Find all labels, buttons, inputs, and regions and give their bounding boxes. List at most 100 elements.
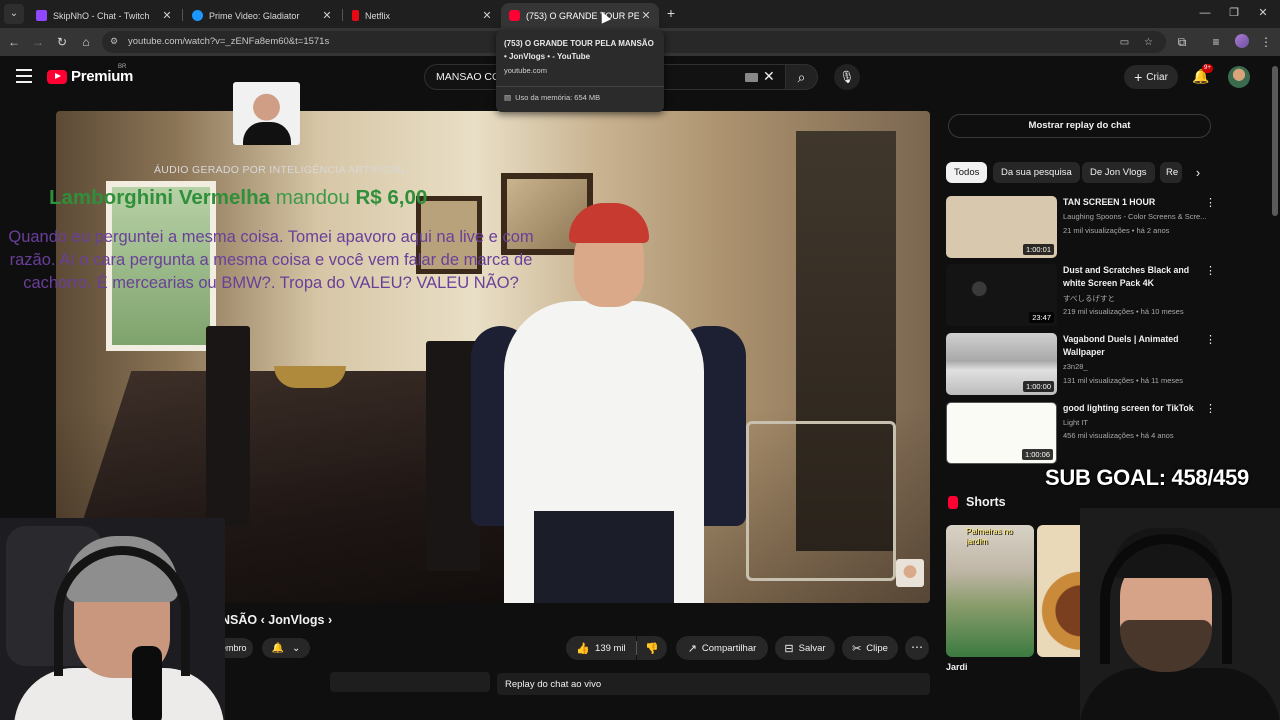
save-button[interactable]: ⊟ Salvar	[775, 636, 835, 660]
video-thumbnail[interactable]: 1:00:06	[946, 402, 1057, 464]
chat-replay-bar[interactable]: Replay do chat ao vivo	[497, 673, 930, 695]
browser-tab-prime[interactable]: Prime Video: Gladiator ✕	[184, 3, 340, 28]
cast-icon[interactable]: ▭	[1118, 36, 1131, 49]
url-text[interactable]: youtube.com/watch?v=_zENFa8em60&t=1571s	[128, 36, 329, 47]
recommendation-item[interactable]: 1:00:01 TAN SCREEN 1 HOUR Laughing Spoon…	[946, 196, 1216, 260]
chip-de-jon-vlogs[interactable]: De Jon Vlogs	[1082, 162, 1155, 183]
home-icon[interactable]: ⌂	[78, 34, 94, 50]
account-avatar[interactable]	[1228, 66, 1250, 88]
close-icon[interactable]: ✕	[160, 9, 174, 22]
kebab-menu-icon[interactable]: ⋮	[1258, 34, 1274, 50]
tab-hover-card: (753) O GRANDE TOUR PELA MANSÃO • JonVlo…	[496, 30, 664, 112]
recommendation-item[interactable]: 1:00:00 Vagabond Duels | Animated Wallpa…	[946, 333, 1216, 397]
donation-amount: R$ 6,00	[355, 186, 428, 209]
show-chat-replay-button[interactable]: Mostrar replay do chat	[948, 114, 1211, 138]
media-controls-icon[interactable]: ≡	[1208, 34, 1224, 50]
prime-video-icon	[192, 10, 203, 21]
thumbs-up-icon: 👍	[576, 642, 591, 655]
recommendation-title[interactable]: Vagabond Duels | Animated Wallpaper	[1063, 333, 1203, 359]
forward-arrow-icon[interactable]: →	[30, 34, 46, 50]
notifications-button[interactable]: 🔔 9+	[1192, 64, 1213, 86]
menu-icon[interactable]	[16, 69, 32, 83]
create-button[interactable]: + Criar	[1124, 65, 1178, 89]
site-info-icon[interactable]: ⚙	[110, 36, 122, 48]
like-count: 139 mil	[595, 642, 626, 654]
voice-search-button[interactable]: 🎙	[834, 64, 860, 90]
recommendation-title[interactable]: good lighting screen for TikTok	[1063, 402, 1203, 415]
close-window-icon[interactable]: ✕	[1256, 6, 1270, 20]
video-title: ANSÃO ‹ JonVlogs ›	[212, 613, 333, 627]
close-icon[interactable]: ✕	[639, 9, 653, 22]
recommendation-title[interactable]: Dust and Scratches Black and white Scree…	[1063, 264, 1203, 290]
profile-avatar[interactable]	[1235, 34, 1249, 48]
video-duration: 1:00:00	[1022, 381, 1054, 392]
recommendation-item[interactable]: 23:47 Dust and Scratches Black and white…	[946, 264, 1216, 328]
kebab-menu-icon[interactable]: ⋮	[1205, 402, 1216, 415]
more-horizontal-icon: ⋯	[911, 640, 923, 654]
scrollbar-thumb[interactable]	[1272, 66, 1278, 216]
plus-icon: +	[1134, 69, 1143, 85]
channel-watermark[interactable]	[896, 559, 924, 587]
recommendation-title[interactable]: TAN SCREEN 1 HOUR	[1063, 196, 1203, 209]
kebab-menu-icon[interactable]: ⋮	[1205, 264, 1216, 277]
recommendation-channel[interactable]: Laughing Spoons - Color Screens & Scre..…	[1063, 212, 1213, 221]
video-duration: 23:47	[1029, 312, 1054, 323]
dislike-button[interactable]: 👎	[637, 636, 667, 660]
chip-todos[interactable]: Todos	[946, 162, 988, 183]
save-label: Salvar	[798, 642, 826, 654]
youtube-premium-logo[interactable]: Premium BR	[47, 64, 133, 85]
browser-tab-youtube[interactable]: (753) O GRANDE TOUR PELA M ✕	[501, 3, 659, 28]
browser-tab-netflix[interactable]: Netflix ✕	[344, 3, 500, 28]
browser-tab-twitch[interactable]: SkipNhO - Chat - Twitch ✕	[28, 3, 180, 28]
hover-card-title: (753) O GRANDE TOUR PELA MANSÃO • JonVlo…	[504, 39, 654, 61]
close-icon[interactable]: ✕	[320, 9, 334, 22]
reload-icon[interactable]: ↻	[54, 34, 70, 50]
back-arrow-icon[interactable]: ←	[6, 34, 22, 50]
minimize-icon[interactable]: —	[1198, 6, 1212, 20]
recommendation-channel[interactable]: すべしるげすと	[1063, 293, 1213, 304]
recommendation-channel[interactable]: Light IT	[1063, 418, 1213, 427]
chip-related[interactable]: Re	[1160, 162, 1182, 183]
new-tab-button[interactable]: +	[664, 5, 678, 21]
search-button[interactable]: ⌕	[786, 64, 818, 90]
subscription-notifications-button[interactable]: 🔔 ⌄	[262, 638, 310, 658]
tab-search-button[interactable]: ⌄	[4, 4, 24, 24]
chip-da-sua-pesquisa[interactable]: Da sua pesquisa	[993, 162, 1080, 183]
video-duration: 1:00:06	[1021, 449, 1053, 460]
clear-search-icon[interactable]: ✕	[763, 68, 775, 85]
video-thumbnail[interactable]: 1:00:00	[946, 333, 1057, 395]
kebab-menu-icon[interactable]: ⋮	[1205, 333, 1216, 346]
microphone-icon: 🎙	[839, 70, 855, 84]
like-button[interactable]: 👍 139 mil	[566, 636, 636, 660]
hover-card-domain: youtube.com	[504, 66, 547, 75]
video-thumbnail[interactable]: 23:47	[946, 264, 1057, 326]
tab-separator	[342, 9, 343, 21]
short-thumbnail[interactable]: Palmeiras no jardim	[946, 525, 1034, 657]
kebab-menu-icon[interactable]: ⋮	[1205, 196, 1216, 209]
tab-title: (753) O GRANDE TOUR PELA M	[526, 10, 639, 21]
streamer-webcam-left	[0, 518, 225, 720]
netflix-icon	[352, 10, 359, 21]
video-thumbnail[interactable]: 1:00:01	[946, 196, 1057, 258]
share-button[interactable]: ↗ Compartilhar	[676, 636, 768, 660]
recommendation-meta: 131 mil visualizações • há 11 meses	[1063, 376, 1184, 385]
tab-separator	[182, 9, 183, 21]
extensions-icon[interactable]: ⧉	[1174, 34, 1190, 50]
browser-tabstrip: ⌄ SkipNhO - Chat - Twitch ✕ Prime Video:…	[0, 0, 1280, 28]
short-title[interactable]: Jardi	[946, 662, 968, 672]
recommendation-channel[interactable]: z3n28_	[1063, 362, 1213, 371]
bookmark-star-icon[interactable]: ☆	[1142, 36, 1155, 49]
close-icon[interactable]: ✕	[480, 9, 494, 22]
keyboard-icon[interactable]	[745, 73, 758, 82]
clip-button[interactable]: ✂ Clipe	[842, 636, 898, 660]
restore-icon[interactable]: ❐	[1227, 6, 1241, 20]
recommendation-item[interactable]: 1:00:06 good lighting screen for TikTok …	[946, 402, 1216, 466]
bell-icon: 🔔	[271, 642, 285, 654]
chevron-right-icon[interactable]: ›	[1190, 165, 1206, 181]
create-label: Criar	[1146, 71, 1168, 83]
shorts-header: Shorts	[948, 495, 1006, 509]
description-box[interactable]	[330, 672, 490, 692]
sub-goal-overlay: SUB GOAL: 458/459	[1045, 465, 1249, 490]
more-actions-button[interactable]: ⋯	[905, 636, 929, 660]
search-query[interactable]: MANSAO CO	[436, 71, 500, 83]
